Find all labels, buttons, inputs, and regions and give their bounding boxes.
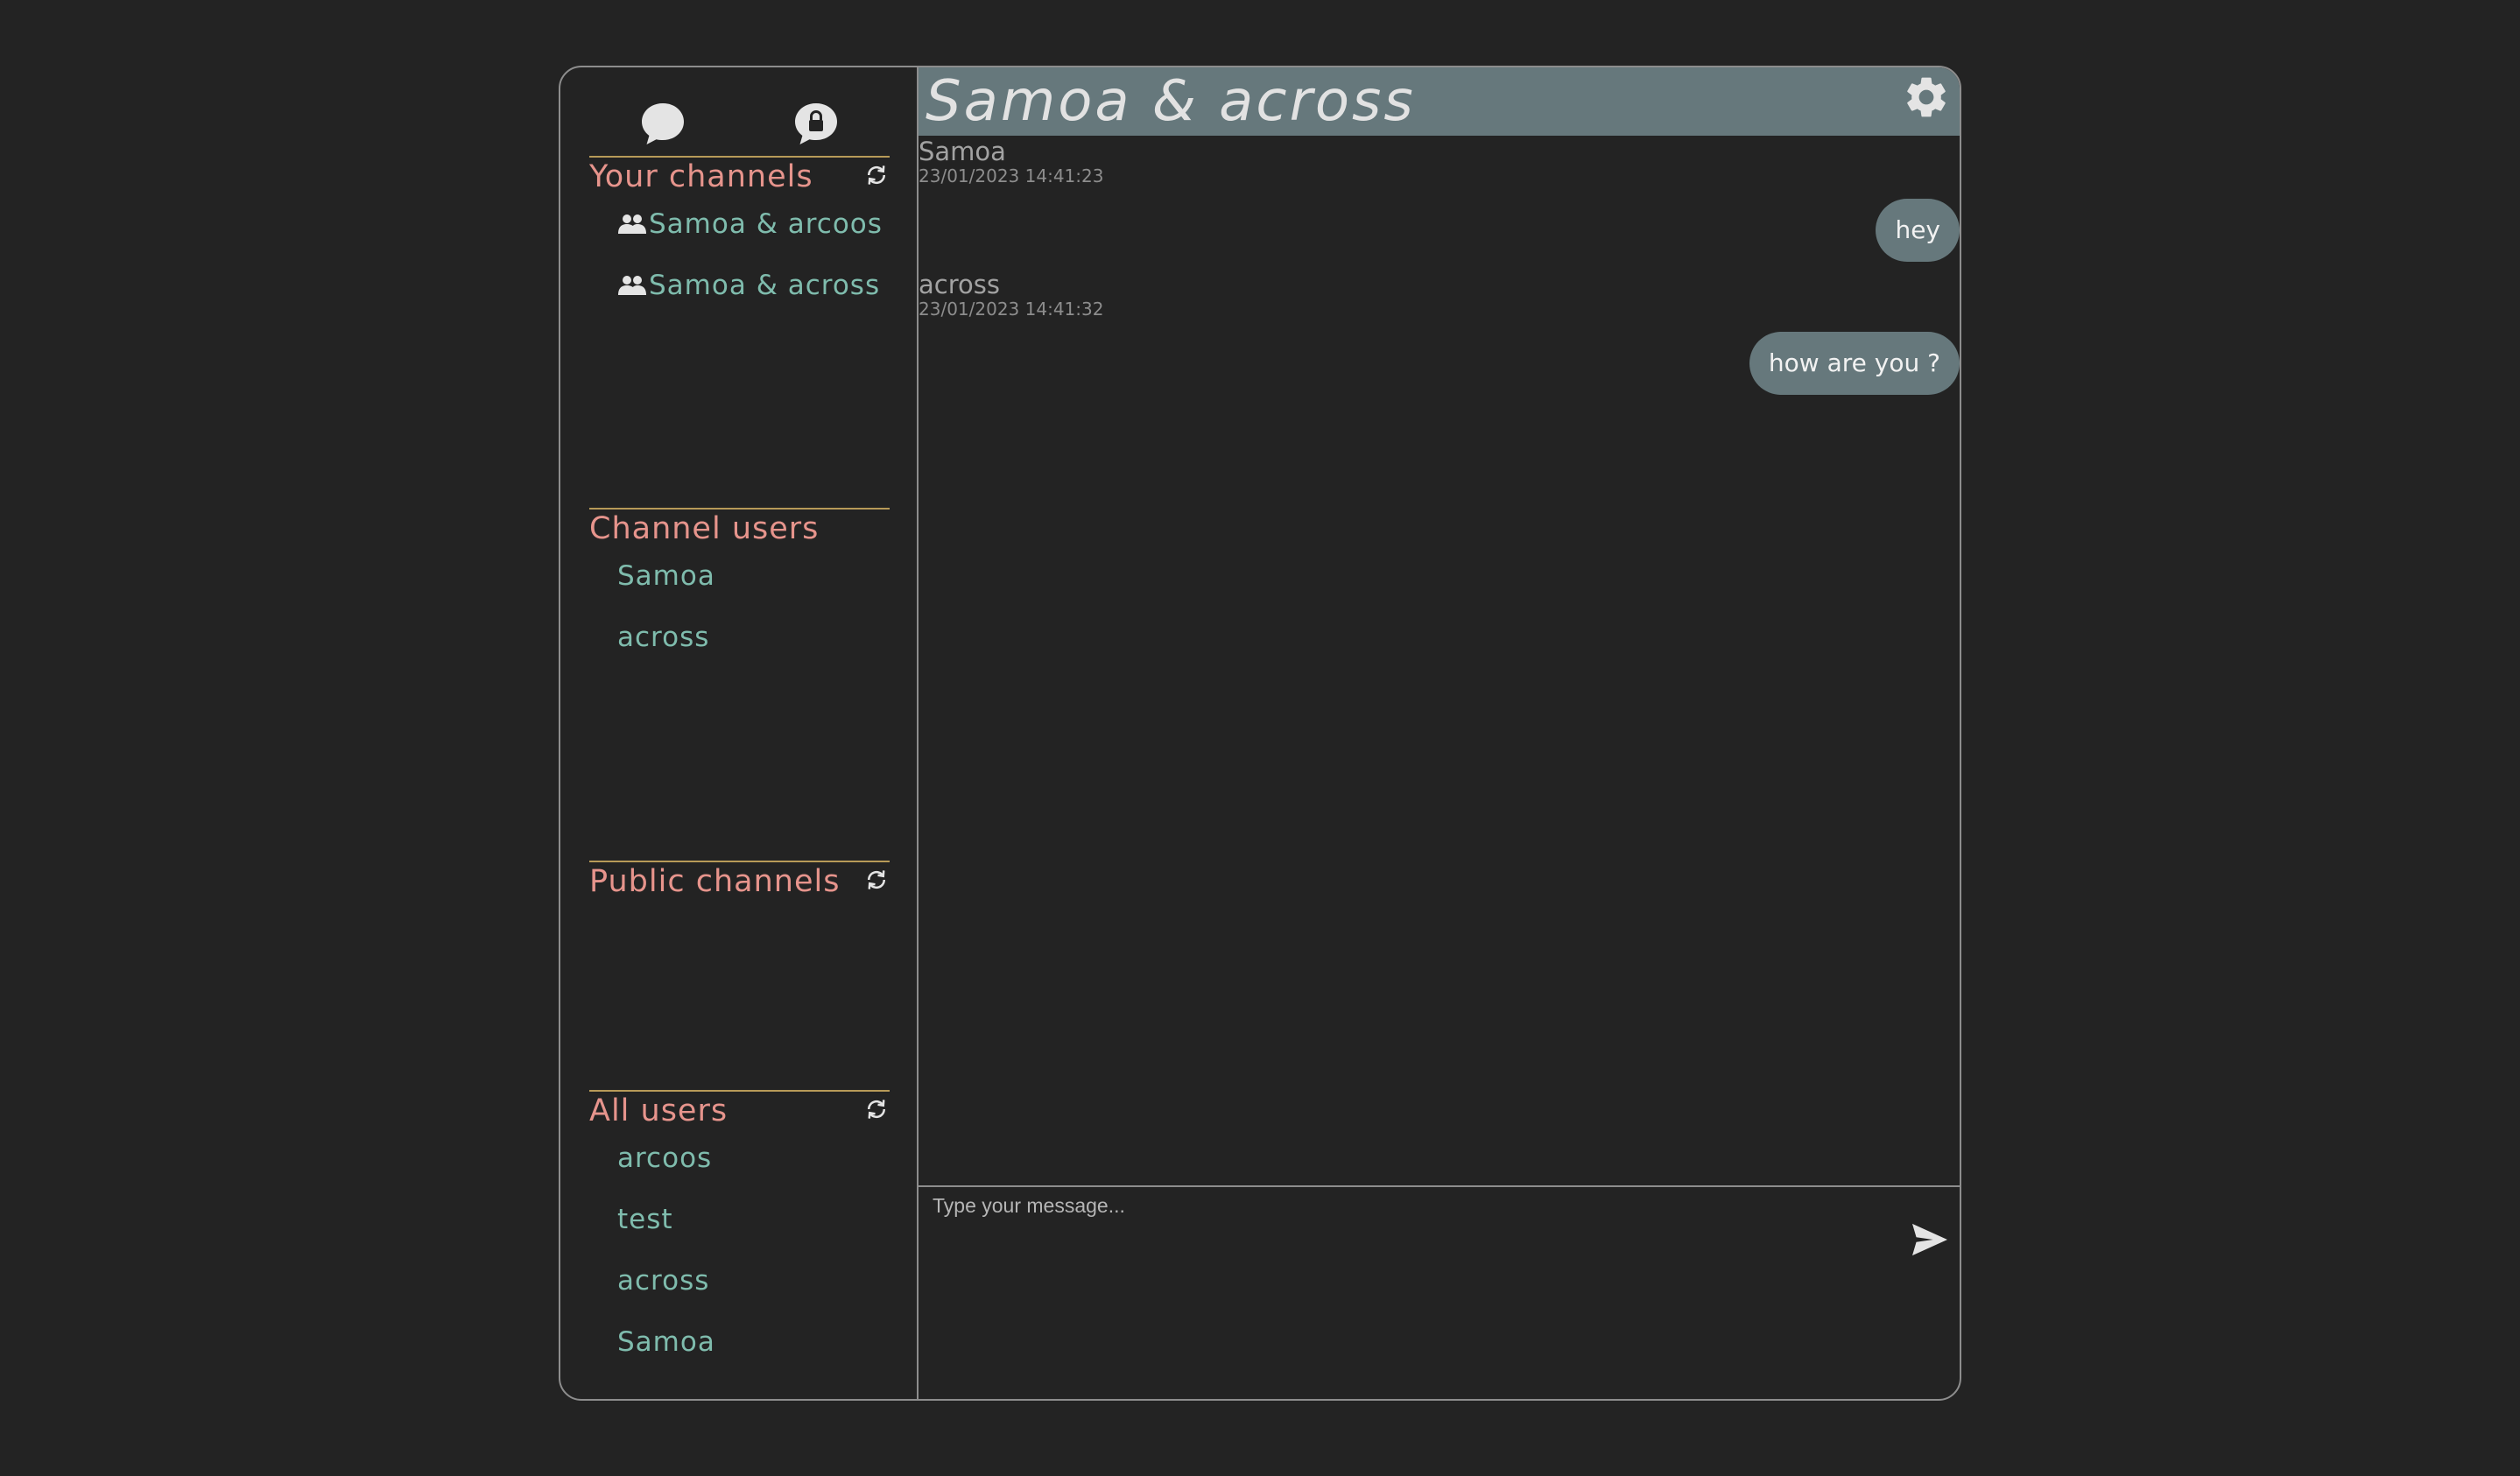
message-timestamp: 23/01/2023 14:41:32 — [919, 299, 1104, 320]
group-icon — [618, 214, 646, 234]
section-channel-users: Channel users Samoa across — [589, 508, 890, 860]
user-item[interactable]: Samoa — [617, 555, 715, 597]
channel-item-label: Samoa & arcoos — [649, 208, 883, 240]
chat-title: Samoa & across — [926, 69, 1416, 134]
sidebar-nav — [560, 67, 917, 155]
message-bubble: how are you ? — [1749, 332, 1960, 395]
user-item[interactable]: across — [617, 1260, 709, 1302]
message-timestamp: 23/01/2023 14:41:23 — [919, 165, 1104, 186]
message-author: across — [919, 270, 1000, 299]
user-item[interactable]: test — [617, 1198, 673, 1241]
channel-item-label: Samoa & across — [649, 270, 881, 301]
section-all-users: All users arcoos test across Samoa — [589, 1090, 890, 1389]
lock-chat-icon[interactable] — [792, 101, 840, 148]
message-author: Samoa — [919, 137, 1006, 166]
user-item[interactable]: across — [617, 616, 709, 658]
your-channels-title: Your channels — [589, 159, 813, 194]
all-users-title: All users — [589, 1093, 729, 1128]
message-bubble: hey — [1876, 199, 1960, 262]
channel-users-title: Channel users — [589, 511, 820, 546]
refresh-icon[interactable] — [863, 162, 890, 188]
message-input[interactable] — [919, 1187, 1960, 1399]
chat-app-window: Your channels Samoa & arcoos Samoa & acr… — [559, 66, 1961, 1401]
sidebar: Your channels Samoa & arcoos Samoa & acr… — [560, 67, 919, 1399]
channel-item[interactable]: Samoa & across — [617, 264, 880, 306]
message-meta: across 23/01/2023 14:41:32 — [919, 271, 1103, 320]
refresh-icon[interactable] — [863, 867, 890, 893]
chat-panel: Samoa & across Samoa 23/01/2023 14:41:23… — [919, 67, 1960, 1399]
public-channels-title: Public channels — [589, 864, 841, 899]
section-public-channels: Public channels — [589, 861, 890, 1081]
user-item[interactable]: Samoa — [617, 1321, 715, 1363]
section-your-channels: Your channels Samoa & arcoos Samoa & acr… — [589, 156, 890, 508]
user-item[interactable]: arcoos — [617, 1137, 712, 1179]
chat-bubble-icon[interactable] — [639, 101, 686, 148]
chat-header: Samoa & across — [919, 67, 1960, 136]
message-composer — [919, 1185, 1960, 1399]
send-icon[interactable] — [1911, 1222, 1949, 1257]
channel-item[interactable]: Samoa & arcoos — [617, 203, 883, 245]
gear-icon[interactable] — [1902, 73, 1951, 122]
refresh-icon[interactable] — [863, 1096, 890, 1122]
group-icon — [618, 276, 646, 295]
message-meta: Samoa 23/01/2023 14:41:23 — [919, 137, 1103, 186]
